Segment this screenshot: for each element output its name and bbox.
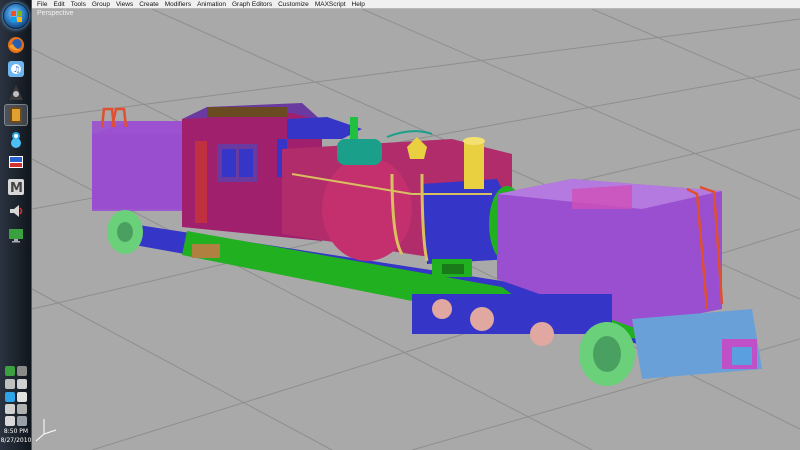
pen-icon[interactable] [5, 379, 15, 389]
menu-create[interactable]: Create [136, 0, 162, 9]
menu-edit[interactable]: Edit [50, 0, 67, 9]
locomotive-model[interactable] [92, 103, 762, 386]
tray-row-1 [2, 366, 30, 378]
power-icon[interactable] [17, 392, 27, 402]
menu-graph-editors[interactable]: Graph Editors [229, 0, 275, 9]
volume-icon[interactable] [5, 416, 15, 426]
signal-icon[interactable] [17, 416, 27, 426]
clock-date[interactable]: 8/27/2010 [0, 437, 32, 445]
menu-tools[interactable]: Tools [68, 0, 89, 9]
viewport-scene[interactable] [32, 9, 800, 450]
messenger-tray-icon[interactable] [5, 392, 15, 402]
tray-row-4 [2, 404, 30, 416]
menu-help[interactable]: Help [349, 0, 368, 9]
menu-maxscript[interactable]: MAXScript [312, 0, 349, 9]
tray-row-2 [2, 379, 30, 391]
speaker-icon[interactable] [4, 200, 28, 222]
svg-text:M: M [10, 181, 23, 196]
notification-icon[interactable] [17, 379, 27, 389]
menu-customize[interactable]: Customize [275, 0, 312, 9]
display-tray-icon[interactable] [17, 404, 27, 414]
itunes-icon[interactable]: ♫ [4, 58, 28, 80]
menu-modifiers[interactable]: Modifiers [162, 0, 194, 9]
menu-bar: File Edit Tools Group Views Create Modif… [32, 0, 800, 9]
tray-row-3 [2, 392, 30, 404]
menu-group[interactable]: Group [89, 0, 113, 9]
taskbar: ♫ M 8:50 PM 8/27/2010 [0, 0, 32, 450]
tray-row-5 [2, 416, 30, 428]
menu-views[interactable]: Views [113, 0, 136, 9]
shield-icon[interactable] [17, 366, 27, 376]
game-icon[interactable] [4, 82, 28, 104]
display-settings-icon[interactable] [4, 152, 28, 174]
svg-text:♫: ♫ [13, 65, 20, 74]
network-icon[interactable] [5, 366, 15, 376]
messenger-icon[interactable] [4, 128, 28, 150]
menu-animation[interactable]: Animation [194, 0, 229, 9]
3dsmax-icon[interactable]: M [4, 176, 28, 198]
viewport-label[interactable]: Perspective [37, 10, 74, 17]
axis-gizmo-icon [35, 419, 57, 442]
monitor-icon[interactable] [4, 224, 28, 246]
firefox-icon[interactable] [4, 34, 28, 56]
perspective-viewport[interactable]: Perspective [32, 9, 800, 450]
flag-icon[interactable] [5, 404, 15, 414]
clock-time[interactable]: 8:50 PM [0, 428, 32, 436]
start-button[interactable] [3, 3, 29, 29]
warcraft-icon[interactable] [4, 104, 28, 126]
menu-file[interactable]: File [34, 0, 50, 9]
